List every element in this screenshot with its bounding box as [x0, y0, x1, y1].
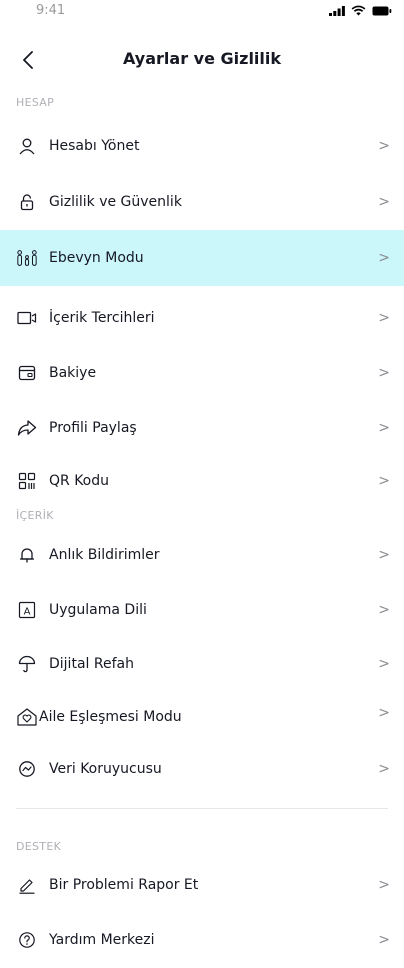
menu-item-privacy[interactable]: Gizlilik ve Güvenlik >	[0, 174, 404, 230]
menu-item-push-notifications[interactable]: Anlık Bildirimler >	[0, 527, 404, 583]
chevron-right-icon: >	[378, 194, 390, 210]
menu-item-app-language[interactable]: A Uygulama Dili >	[0, 582, 404, 638]
chevron-right-icon: >	[378, 250, 390, 266]
chevron-right-icon: >	[378, 420, 390, 436]
umbrella-icon	[16, 653, 38, 675]
language-icon: A	[16, 599, 38, 621]
chevron-right-icon: >	[378, 705, 390, 721]
wallet-icon	[16, 362, 38, 384]
chevron-right-icon: >	[378, 932, 390, 948]
section-divider	[16, 808, 388, 809]
menu-item-label: Bakiye	[49, 365, 97, 381]
chevron-right-icon: >	[378, 761, 390, 777]
menu-item-parent-mode[interactable]: Ebevyn Modu >	[0, 230, 404, 286]
menu-item-label: Anlık Bildirimler	[49, 547, 160, 563]
menu-item-help-center[interactable]: Yardım Merkezi >	[0, 912, 404, 968]
menu-item-label: Dijital Refah	[49, 656, 134, 672]
share-icon	[16, 417, 38, 439]
qr-code-icon	[16, 470, 38, 492]
wifi-icon	[351, 5, 366, 16]
nav-header: Ayarlar ve Gizlilik	[0, 38, 404, 82]
person-icon	[16, 135, 38, 157]
chevron-right-icon: >	[378, 602, 390, 618]
menu-item-qr-code[interactable]: QR Kodu >	[0, 453, 404, 509]
menu-item-label: QR Kodu	[49, 473, 110, 489]
menu-item-family-pairing[interactable]: Aile Eşleşmesi Modu >	[0, 689, 404, 745]
menu-item-share-profile[interactable]: Profili Paylaş >	[0, 400, 404, 456]
status-icons	[329, 5, 392, 16]
menu-item-label: Hesabı Yönet	[49, 138, 140, 154]
lock-icon	[16, 191, 38, 213]
menu-item-label: Yardım Merkezi	[49, 932, 155, 948]
bell-icon	[16, 544, 38, 566]
menu-item-digital-wellbeing[interactable]: Dijital Refah >	[0, 636, 404, 692]
chevron-right-icon: >	[378, 473, 390, 489]
chevron-right-icon: >	[378, 656, 390, 672]
home-heart-icon	[16, 706, 38, 728]
chevron-right-icon: >	[378, 365, 390, 381]
signal-icon	[329, 5, 345, 16]
menu-item-data-saver[interactable]: Veri Koruyucusu >	[0, 741, 404, 797]
chevron-right-icon: >	[378, 310, 390, 326]
status-bar: 9:41	[0, 0, 404, 22]
pencil-icon	[16, 874, 38, 896]
menu-item-label: Bir Problemi Rapor Et	[49, 877, 199, 893]
help-circle-icon	[16, 929, 38, 951]
family-icon	[16, 247, 38, 269]
menu-item-balance[interactable]: Bakiye >	[0, 345, 404, 401]
menu-item-label: İçerik Tercihleri	[49, 310, 155, 326]
svg-text:A: A	[24, 606, 31, 617]
battery-icon	[372, 6, 392, 16]
menu-item-label: Aile Eşleşmesi Modu	[39, 709, 182, 725]
menu-item-label: Ebevyn Modu	[49, 250, 144, 266]
menu-item-label: Gizlilik ve Güvenlik	[49, 194, 182, 210]
section-header-support: DESTEK	[16, 840, 62, 853]
menu-item-label: Uygulama Dili	[49, 602, 147, 618]
video-icon	[16, 307, 38, 329]
chevron-right-icon: >	[378, 138, 390, 154]
section-header-content: İÇERİK	[16, 509, 54, 522]
menu-item-manage-account[interactable]: Hesabı Yönet >	[0, 118, 404, 174]
status-time: 9:41	[36, 3, 66, 18]
section-header-account: HESAP	[16, 96, 55, 109]
menu-item-report-problem[interactable]: Bir Problemi Rapor Et >	[0, 857, 404, 913]
menu-item-label: Profili Paylaş	[49, 420, 137, 436]
chevron-right-icon: >	[378, 547, 390, 563]
data-saver-icon	[16, 758, 38, 780]
menu-item-label: Veri Koruyucusu	[49, 761, 162, 777]
page-title: Ayarlar ve Gizlilik	[122, 49, 282, 68]
menu-item-content-preferences[interactable]: İçerik Tercihleri >	[0, 290, 404, 346]
chevron-right-icon: >	[378, 877, 390, 893]
